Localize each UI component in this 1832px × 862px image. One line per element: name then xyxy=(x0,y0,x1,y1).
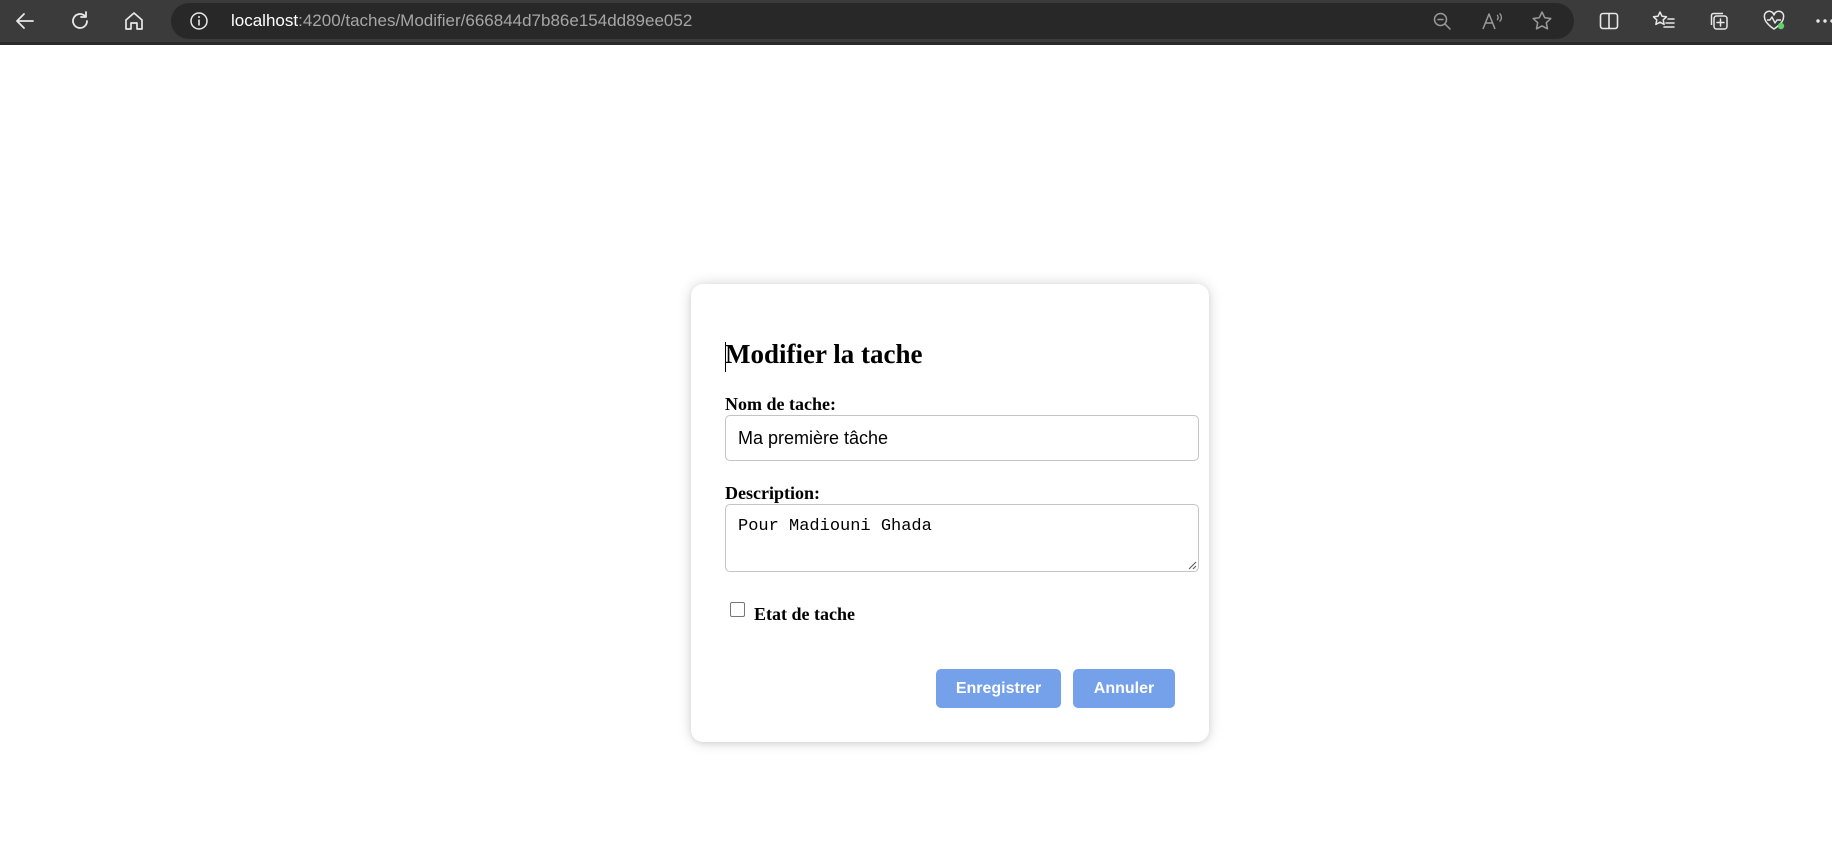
description-textarea[interactable]: Pour Madiouni Ghada xyxy=(725,504,1199,572)
back-button[interactable] xyxy=(8,4,42,38)
resize-grip-icon[interactable] xyxy=(1188,561,1197,570)
browser-essentials-button[interactable] xyxy=(1757,4,1791,38)
url-path: :4200/taches/Modifier/666844d7b86e154dd8… xyxy=(298,11,693,30)
refresh-icon xyxy=(68,9,92,33)
save-button[interactable]: Enregistrer xyxy=(936,669,1061,708)
task-name-label: Nom de tache: xyxy=(725,394,836,414)
back-arrow-icon xyxy=(13,9,37,33)
task-status-checkbox[interactable] xyxy=(730,602,745,617)
split-screen-icon xyxy=(1598,10,1620,32)
more-icon xyxy=(1814,10,1832,32)
zoom-out-icon[interactable] xyxy=(1427,6,1457,36)
more-button[interactable] xyxy=(1808,4,1832,38)
info-icon[interactable] xyxy=(189,11,209,31)
edit-task-card: Modifier la tache Nom de tache: Descript… xyxy=(691,284,1209,742)
read-aloud-icon[interactable] xyxy=(1477,6,1507,36)
form-title: Modifier la tache xyxy=(725,339,923,369)
home-button[interactable] xyxy=(117,4,151,38)
favorites-button[interactable] xyxy=(1647,4,1681,38)
collections-button[interactable] xyxy=(1702,4,1736,38)
browser-essentials-icon xyxy=(1762,10,1786,32)
star-icon[interactable] xyxy=(1527,6,1557,36)
page-content: Modifier la tache Nom de tache: Descript… xyxy=(0,45,1832,862)
browser-toolbar: localhost:4200/taches/Modifier/666844d7b… xyxy=(0,0,1832,45)
task-name-input[interactable] xyxy=(725,415,1199,461)
split-screen-button[interactable] xyxy=(1592,4,1626,38)
favorites-list-icon xyxy=(1652,10,1676,32)
description-label: Description: xyxy=(725,483,820,503)
url-text[interactable]: localhost:4200/taches/Modifier/666844d7b… xyxy=(231,3,692,39)
home-icon xyxy=(122,9,146,33)
refresh-button[interactable] xyxy=(63,4,97,38)
cancel-button[interactable]: Annuler xyxy=(1073,669,1175,708)
address-bar[interactable]: localhost:4200/taches/Modifier/666844d7b… xyxy=(171,3,1574,39)
text-caret xyxy=(725,342,726,372)
collections-icon xyxy=(1708,10,1730,32)
url-host: localhost xyxy=(231,11,299,30)
task-status-label[interactable]: Etat de tache xyxy=(754,604,855,625)
